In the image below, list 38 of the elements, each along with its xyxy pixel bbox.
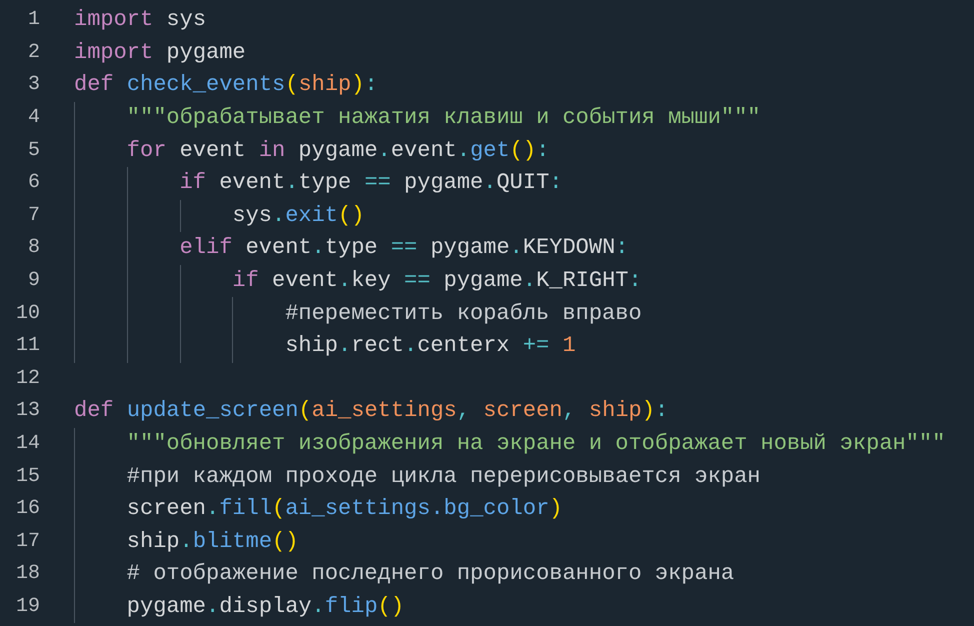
line-number: 4 — [26, 105, 40, 132]
code-line: """обрабатывает нажатия клавиш и события мыши""" — [126, 104, 760, 132]
code-line: screen.fill(ai_settings.bg_color) — [126, 495, 562, 524]
code-line: # отображение последнего прорисованного экрана — [126, 560, 734, 588]
line-number: 19 — [14, 594, 40, 620]
line-number: 7 — [26, 202, 40, 229]
code-line: sys.exit() — [232, 202, 364, 230]
line-number: 8 — [26, 235, 40, 262]
code-line: if event.type == pygame.QUIT: — [180, 169, 562, 198]
code-line: #переместить корабль вправо — [285, 300, 642, 328]
line-number: 18 — [14, 561, 40, 588]
line-number: 15 — [14, 464, 40, 490]
code-line: elif event.type == pygame.KEYDOWN: — [180, 234, 628, 262]
code-line: """обновляет изображения на экране и отображает новый экран""" — [126, 430, 946, 458]
line-number: 17 — [14, 528, 40, 555]
code-line: ship.blitme() — [126, 528, 298, 556]
indent-guide — [180, 200, 181, 232]
line-number: 14 — [14, 431, 40, 458]
code-line: pygame.display.flip() — [126, 592, 404, 621]
line-number: 3 — [26, 72, 40, 98]
code-line: ship.rect.centerx += 1 — [285, 332, 576, 360]
line-number: 16 — [14, 496, 40, 522]
line-number: 5 — [26, 138, 40, 164]
code-line: def check_events(ship): — [74, 71, 378, 100]
code-line: import pygame — [74, 38, 246, 67]
code-line: def update_screen(ai_settings, screen, ship): — [74, 397, 668, 426]
code-line: if event.key == pygame.K_RIGHT: — [232, 267, 642, 296]
line-number: 11 — [14, 333, 40, 360]
line-number: 9 — [26, 268, 40, 294]
line-number: 6 — [26, 170, 40, 196]
code-line: for event in pygame.event.get(): — [126, 136, 550, 165]
line-number: 1 — [26, 7, 40, 34]
line-number: 12 — [14, 366, 40, 392]
line-number: 13 — [14, 398, 40, 424]
line-number: 10 — [14, 300, 40, 327]
line-number: 2 — [26, 40, 40, 66]
code-line: import sys — [74, 6, 206, 34]
code-line: #при каждом проходе цикла перерисовывается экран — [126, 462, 760, 491]
